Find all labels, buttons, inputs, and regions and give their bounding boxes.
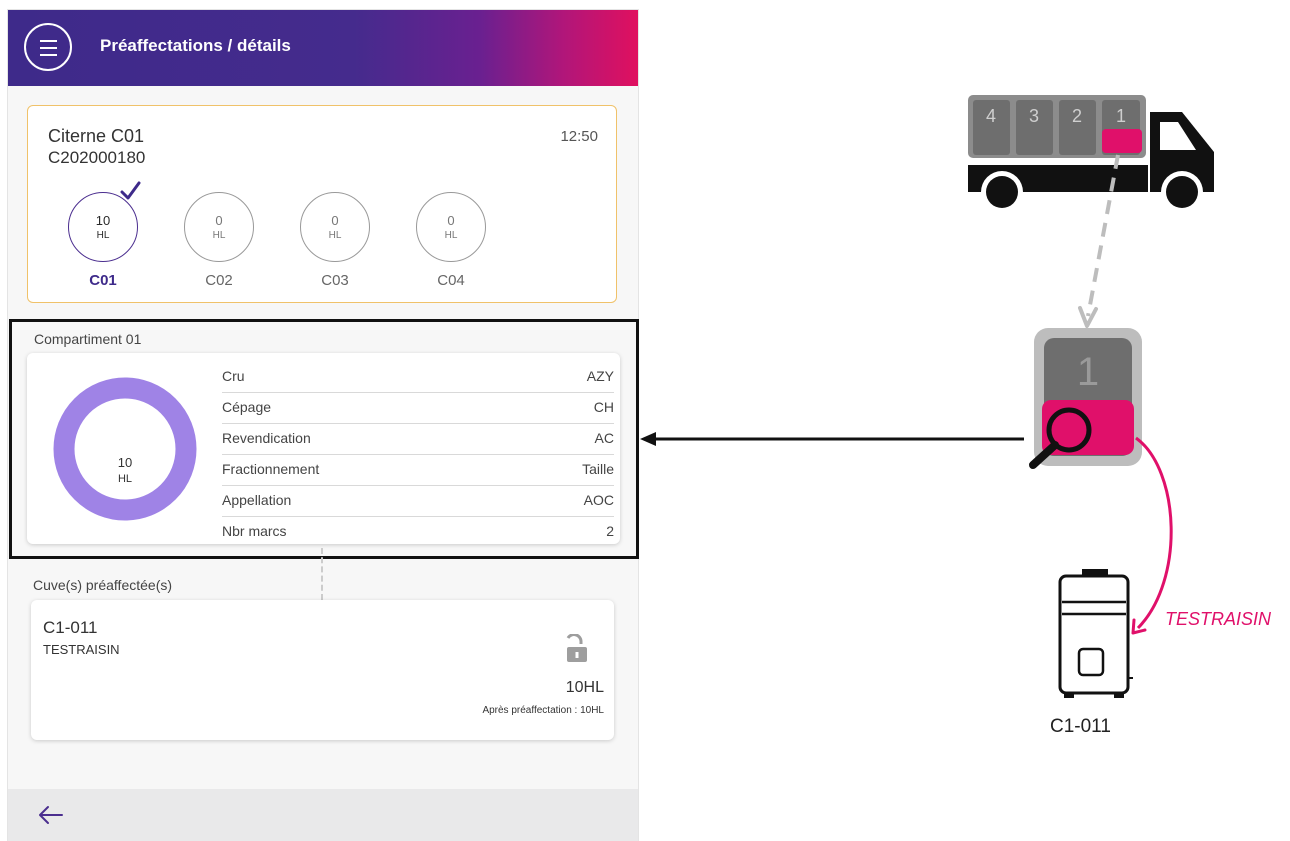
truck-slot-number: 3 (1029, 106, 1039, 126)
tank-label: C1-011 (1050, 716, 1111, 737)
truck-slot-number: 2 (1072, 106, 1082, 126)
wine-label: TESTRAISIN (1165, 609, 1272, 629)
explanatory-diagram: 4 3 2 1 1 (640, 95, 1214, 698)
wine-tank-icon (1058, 569, 1133, 698)
truck-icon: 4 3 2 1 (968, 95, 1214, 213)
compartment-number: 1 (1077, 350, 1099, 394)
compartment-zoom-icon: 1 (1029, 328, 1142, 469)
truck-slot-number: 4 (986, 106, 996, 126)
truck-slot-number: 1 (1116, 106, 1126, 126)
